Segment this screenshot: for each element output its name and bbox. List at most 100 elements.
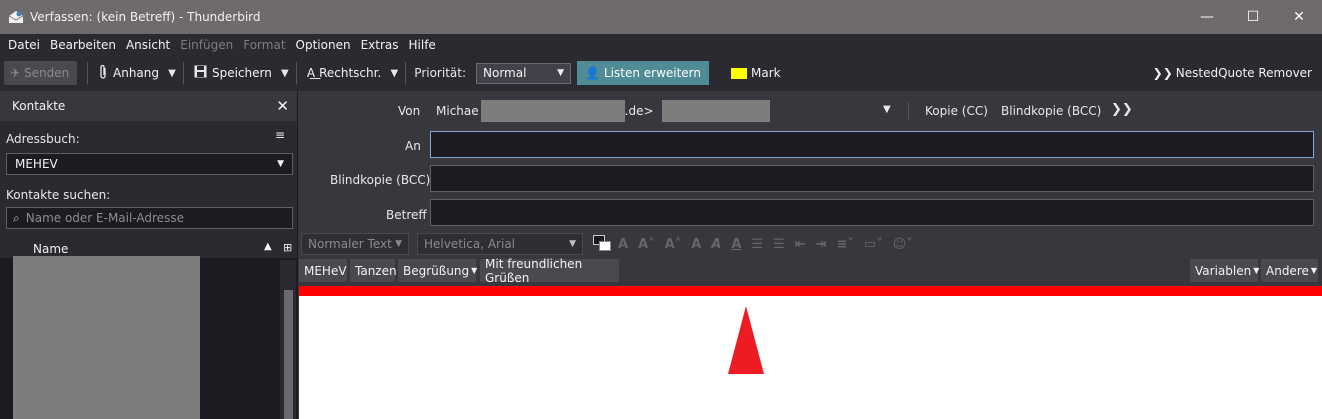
hamburger-menu-icon[interactable]: ≡	[275, 128, 285, 142]
menu-datei[interactable]: Datei	[3, 38, 45, 52]
quicktext-andere-label: Andere	[1266, 263, 1309, 278]
font-value: Helvetica, Arial	[424, 237, 516, 251]
mark-label: Mark	[751, 66, 781, 80]
quicktext-mfg-label: Mit freundlichen Grüßen	[485, 256, 583, 285]
attach-button[interactable]: Anhang	[92, 61, 165, 85]
menu-ansicht[interactable]: Ansicht	[121, 38, 175, 52]
spellcheck-button[interactable]: A͟ Rechtschr.	[301, 61, 387, 85]
menu-bar: Datei Bearbeiten Ansicht Einfügen Format…	[0, 34, 1322, 55]
font-size-largest-icon[interactable]: A˄	[665, 237, 682, 252]
contacts-search-input[interactable]: ⌕ Name oder E-Mail-Adresse	[6, 207, 293, 229]
send-label: Senden	[24, 66, 70, 80]
cc-button[interactable]: Kopie (CC)	[925, 104, 988, 118]
bold-icon[interactable]: A	[691, 237, 701, 252]
outdent-icon[interactable]: ⇤	[795, 237, 806, 252]
quicktext-mehev-button[interactable]: MEHeV	[299, 259, 347, 282]
save-dropdown-chevron-icon[interactable]: ▼	[278, 61, 292, 85]
message-body-editor[interactable]	[299, 296, 1322, 419]
compose-toolbar: ✈ Senden Anhang ▼ Speichern ▼ A͟ Rechtsc…	[0, 55, 1322, 91]
title-bar: Verfassen: (kein Betreff) - Thunderbird …	[0, 0, 1322, 34]
column-picker-icon[interactable]: ⊞	[283, 241, 292, 254]
from-dropdown-chevron-icon[interactable]: ▼	[883, 104, 891, 115]
contacts-list-header: Name ▲ ⊞	[0, 238, 297, 258]
close-button[interactable]: ✕	[1276, 0, 1322, 34]
maximize-button[interactable]: ☐	[1230, 0, 1276, 34]
expand-lists-label: Listen erweitern	[603, 66, 702, 80]
redacted-address	[480, 100, 625, 122]
emoji-icon[interactable]: ☺˅	[893, 237, 913, 252]
priority-select[interactable]: Normal ▼	[476, 62, 572, 84]
spellcheck-dropdown-chevron-icon[interactable]: ▼	[387, 61, 401, 85]
bcc-label: Blindkopie (BCC)	[330, 173, 431, 187]
contacts-title: Kontakte	[12, 99, 66, 113]
underline-icon[interactable]: A	[731, 237, 741, 252]
redacted-contacts	[13, 256, 200, 419]
paperclip-icon	[98, 64, 108, 83]
paragraph-format-select[interactable]: Normaler Text ▼	[301, 233, 409, 255]
save-button[interactable]: Speichern	[188, 61, 278, 85]
contacts-header: Kontakte ✕	[0, 91, 297, 121]
addressbook-label: Adressbuch:	[6, 132, 80, 146]
quicktext-variablen-label: Variablen	[1195, 263, 1252, 278]
menu-format[interactable]: Format	[238, 38, 290, 52]
minimize-button[interactable]: —	[1184, 0, 1230, 34]
toolbar-separator	[295, 62, 297, 84]
bullet-list-icon[interactable]: ☰	[751, 237, 763, 252]
send-button[interactable]: ✈ Senden	[4, 61, 77, 85]
more-recipients-icon[interactable]: ❯❯	[1111, 102, 1133, 117]
contacts-search-label: Kontakte suchen:	[6, 188, 111, 202]
mark-button[interactable]: Mark	[731, 66, 781, 80]
font-size-smaller-icon[interactable]: A	[618, 237, 628, 252]
text-color-icon[interactable]	[593, 235, 613, 253]
italic-icon[interactable]: A	[711, 237, 721, 252]
contacts-scrollbar[interactable]	[280, 260, 296, 419]
scrollbar-thumb[interactable]	[284, 290, 293, 419]
search-icon: ⌕	[13, 210, 20, 225]
bcc-button[interactable]: Blindkopie (BCC)	[1001, 104, 1101, 118]
insert-image-icon[interactable]: ▭˅	[864, 237, 883, 252]
paragraph-format-value: Normaler Text	[308, 237, 392, 251]
font-select[interactable]: Helvetica, Arial ▼	[417, 233, 583, 255]
menu-extras[interactable]: Extras	[356, 38, 404, 52]
menu-einfuegen[interactable]: Einfügen	[175, 38, 238, 52]
double-chevron-right-icon: ❯❯	[1152, 66, 1173, 80]
font-size-larger-icon[interactable]: A˄	[638, 237, 655, 252]
nestedquote-remover-button[interactable]: ❯❯ NestedQuote Remover	[1153, 61, 1312, 85]
sort-ascending-icon[interactable]: ▲	[264, 241, 272, 252]
priority-label: Priorität:	[414, 66, 467, 80]
minimize-icon: —	[1200, 9, 1214, 25]
column-header-name[interactable]: Name	[33, 242, 68, 256]
nestedquote-label: NestedQuote Remover	[1175, 66, 1312, 80]
subject-label: Betreff	[386, 208, 427, 222]
menu-optionen[interactable]: Optionen	[291, 38, 356, 52]
numbered-list-icon[interactable]: ☰	[773, 237, 785, 252]
menu-bearbeiten[interactable]: Bearbeiten	[45, 38, 121, 52]
spellcheck-icon: A͟	[306, 66, 316, 80]
bcc-input[interactable]	[430, 165, 1314, 192]
menu-hilfe[interactable]: Hilfe	[404, 38, 441, 52]
quicktext-andere-button[interactable]: Andere ▼	[1261, 259, 1318, 282]
highlight-swatch-icon	[731, 67, 748, 79]
indent-icon[interactable]: ⇥	[816, 237, 827, 252]
quicktext-tanzen-button[interactable]: Tanzen	[350, 259, 397, 282]
red-highlight-bar	[299, 286, 1322, 296]
align-icon[interactable]: ≡˅	[837, 237, 854, 252]
redacted-identity	[661, 100, 770, 122]
subject-input[interactable]	[430, 199, 1314, 226]
quicktext-variablen-button[interactable]: Variablen ▼	[1190, 259, 1259, 282]
format-toolbar: Normaler Text ▼ Helvetica, Arial ▼ A A˄ …	[299, 231, 1322, 257]
quicktext-mfg-button[interactable]: Mit freundlichen Grüßen	[480, 256, 619, 285]
addressbook-select[interactable]: MEHEV ▼	[6, 153, 293, 175]
chevron-down-icon: ▼	[471, 266, 478, 275]
attach-dropdown-chevron-icon[interactable]: ▼	[165, 61, 179, 85]
close-sidebar-icon[interactable]: ✕	[276, 97, 289, 115]
quicktext-mehev-label: MEHeV	[304, 263, 347, 278]
to-input[interactable]	[430, 131, 1314, 158]
from-address-prefix: Michae	[436, 104, 479, 118]
quicktext-begruessung-button[interactable]: Begrüßung ▼	[398, 259, 478, 282]
from-address-suffix: .de>	[624, 104, 654, 118]
compose-area: Von Michae .de> ▼ Kopie (CC) Blindkopie …	[299, 91, 1322, 419]
expand-lists-button[interactable]: 👤 Listen erweitern	[577, 61, 710, 85]
from-field[interactable]: Michae .de>	[436, 100, 770, 122]
thunderbird-compose-icon	[8, 9, 24, 25]
